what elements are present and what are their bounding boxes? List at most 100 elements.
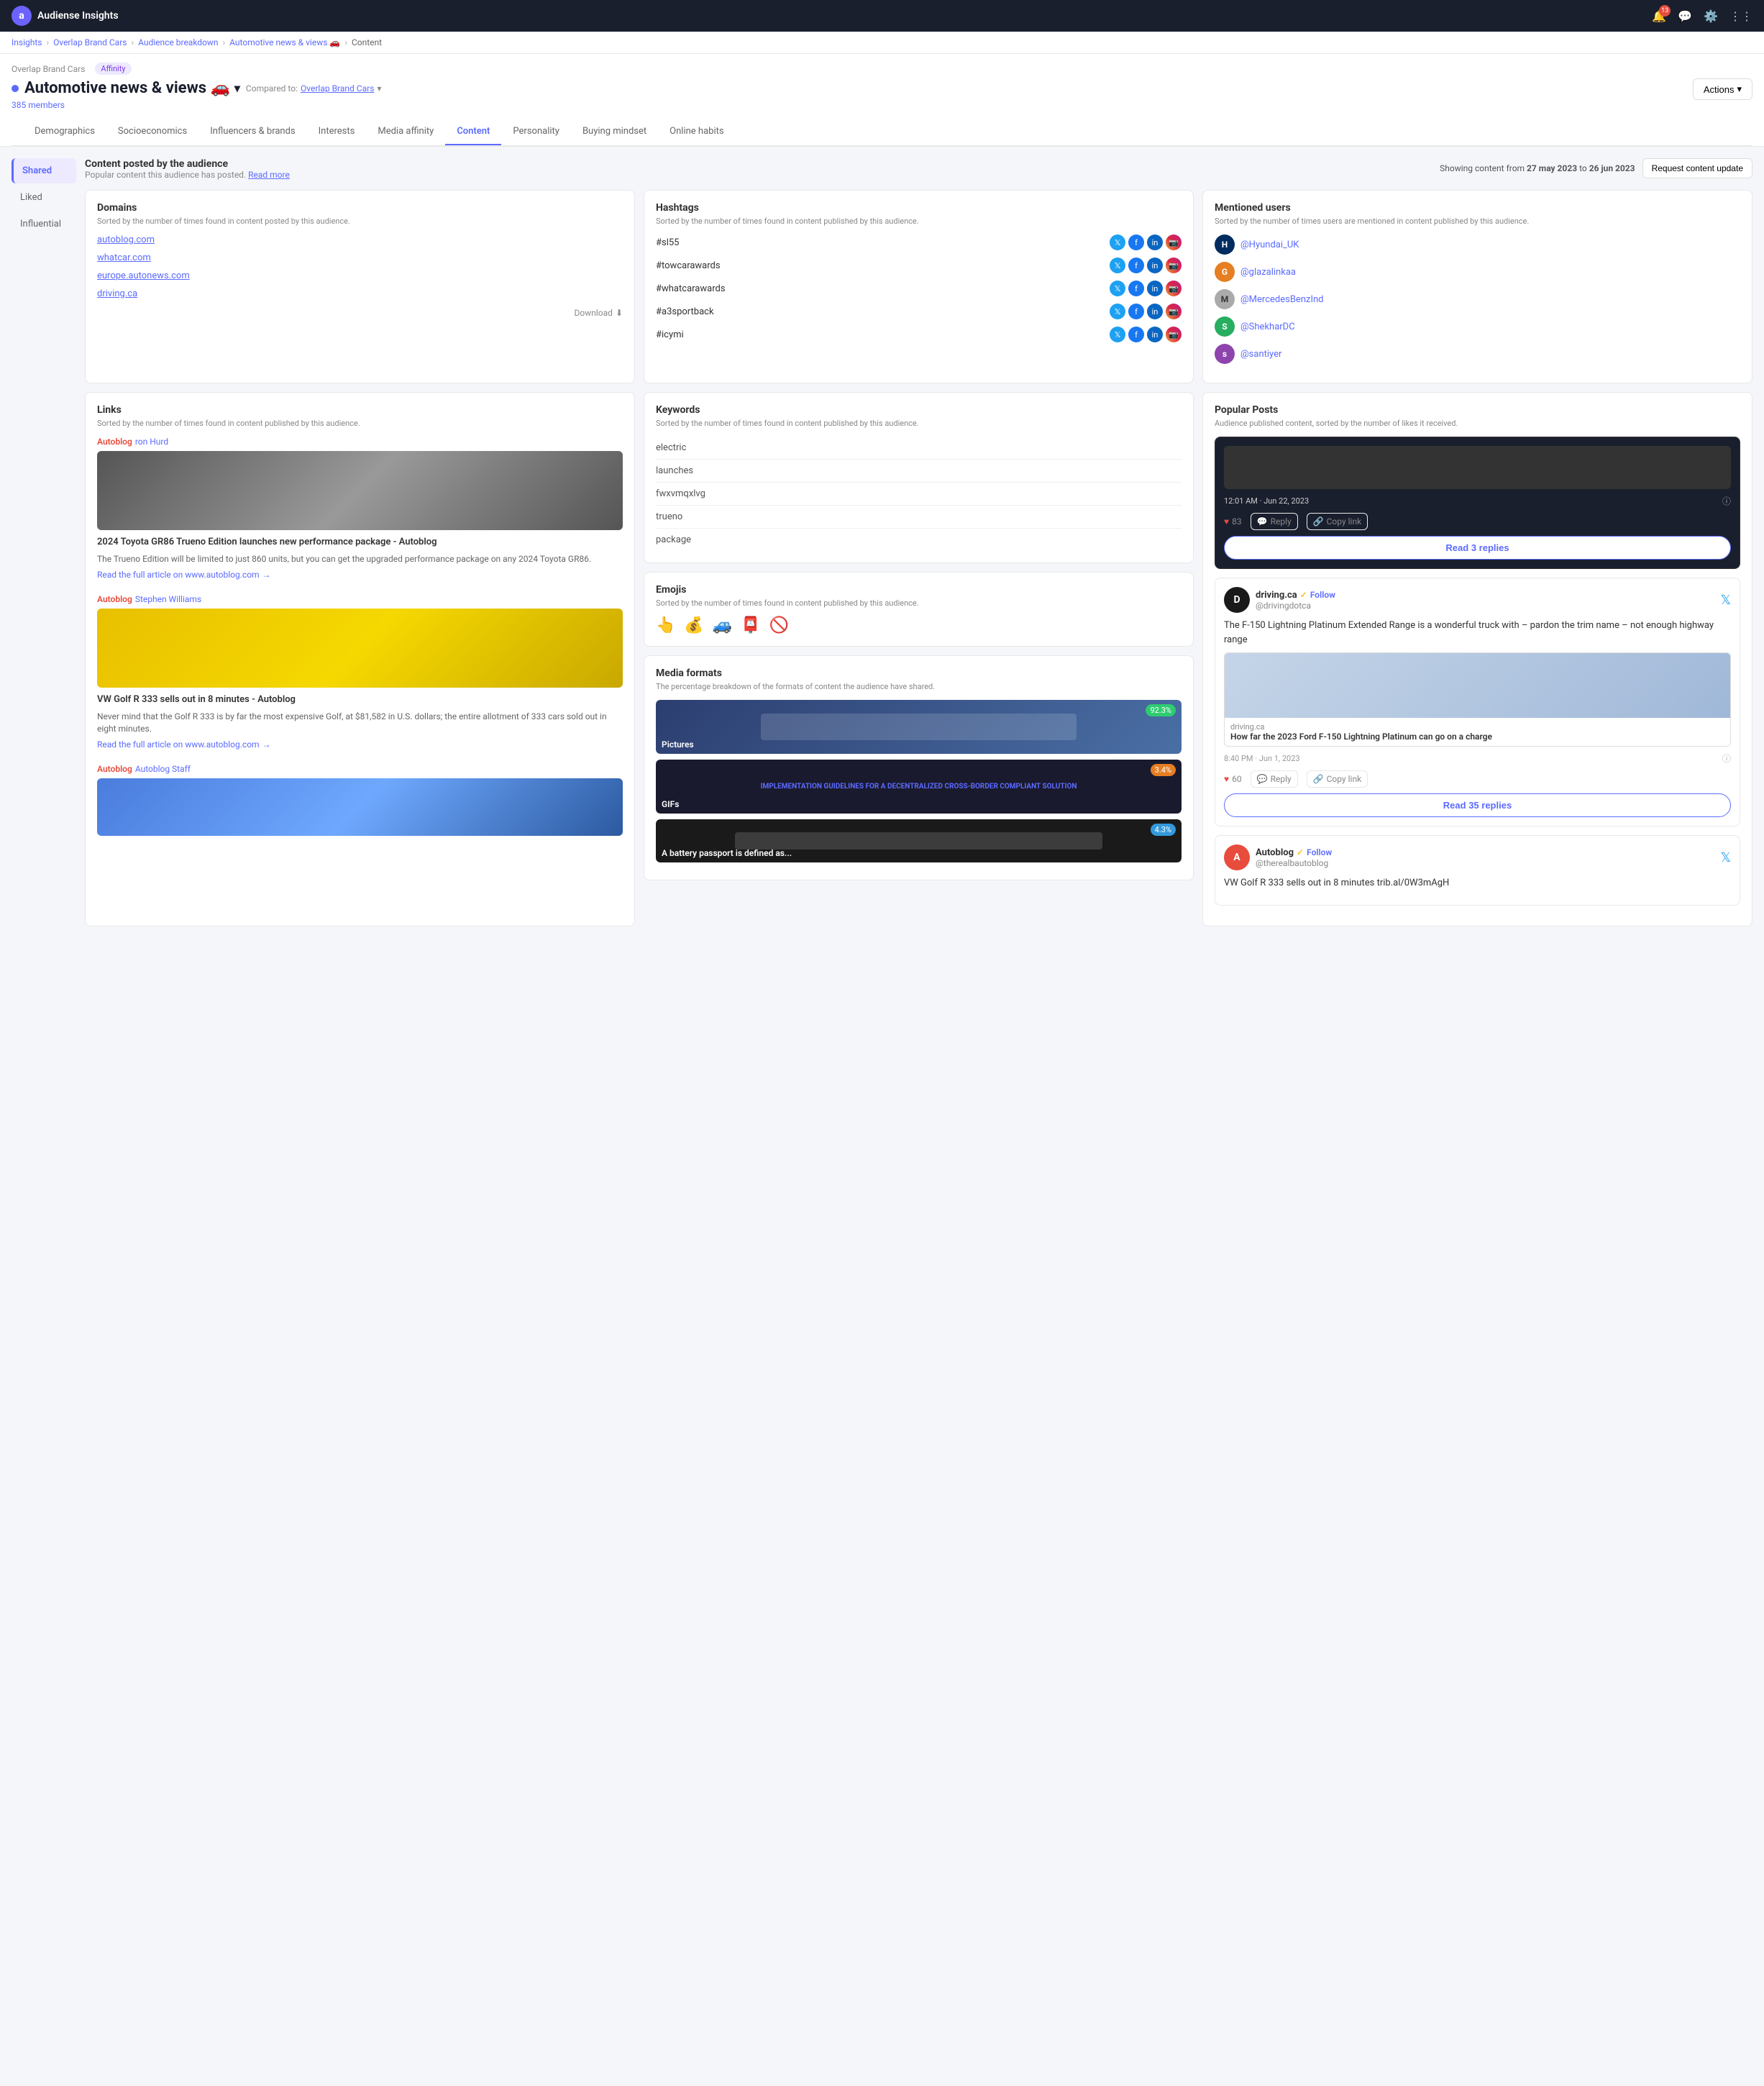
post-copy-link-btn-0[interactable]: 🔗 Copy link (1307, 513, 1368, 530)
gifs-label: GIFs (662, 799, 679, 809)
pictures-pct: 92.3% (1146, 704, 1176, 716)
link-desc-0: The Trueno Edition will be limited to ju… (97, 553, 623, 565)
twitter-icon: 𝕏 (1110, 258, 1125, 273)
sidebar-item-influential[interactable]: Influential (12, 211, 76, 237)
post-card-0: 12:01 AM · Jun 22, 2023 ⓘ ♥ 83 💬 Reply (1215, 437, 1740, 569)
post-link-preview-1: driving.ca How far the 2023 Ford F-150 L… (1224, 652, 1731, 747)
post-dark-image (1224, 446, 1731, 489)
user-avatar-shekhar: S (1215, 316, 1235, 337)
user-handle-shekhar[interactable]: @ShekharDC (1240, 322, 1295, 332)
hashtag-row-3: #a3sportback 𝕏 f in 📷 (656, 304, 1182, 319)
breadcrumb-current: Content (352, 37, 382, 47)
title-dropdown-icon[interactable]: ▾ (234, 81, 240, 95)
keyword-1: launches (656, 460, 1182, 483)
breadcrumb-automotive[interactable]: Automotive news & views 🚗 (229, 37, 340, 47)
actions-button[interactable]: Actions ▾ (1693, 78, 1752, 100)
emoji-2: 🚙 (713, 616, 732, 634)
read-replies-btn-1[interactable]: Read 35 replies (1224, 793, 1731, 817)
tab-influencers[interactable]: Influencers & brands (198, 119, 306, 145)
mentioned-users-desc: Sorted by the number of times users are … (1215, 217, 1740, 226)
notifications-icon[interactable]: 🔔 13 (1652, 9, 1666, 23)
breadcrumb-insights[interactable]: Insights (12, 37, 42, 47)
breadcrumb-overlap[interactable]: Overlap Brand Cars (53, 37, 127, 47)
content-posted-desc: Popular content this audience has posted… (85, 170, 290, 180)
tab-socioeconomics[interactable]: Socioeconomics (106, 119, 198, 145)
post-avatar-1: D (1224, 587, 1250, 613)
user-handle-hyundai[interactable]: @Hyundai_UK (1240, 240, 1299, 250)
facebook-icon: f (1128, 258, 1144, 273)
settings-icon[interactable]: ⚙️ (1704, 9, 1718, 23)
notification-badge: 13 (1659, 5, 1671, 17)
user-row-4: s @santiyer (1215, 344, 1740, 364)
read-replies-btn-0[interactable]: Read 3 replies (1224, 536, 1731, 560)
hashtag-row-2: #whatcarawards 𝕏 f in 📷 (656, 281, 1182, 296)
links-card: Links Sorted by the number of times foun… (85, 392, 635, 926)
compared-to-link[interactable]: Overlap Brand Cars (301, 83, 374, 94)
domains-title: Domains (97, 202, 623, 214)
keyword-3: trueno (656, 506, 1182, 529)
messages-icon[interactable]: 💬 (1678, 9, 1692, 23)
post-reply-btn-0[interactable]: 💬 Reply (1251, 513, 1298, 530)
media-formats-desc: The percentage breakdown of the formats … (656, 682, 1182, 691)
tab-content[interactable]: Content (445, 119, 501, 145)
twitter-icon: 𝕏 (1110, 304, 1125, 319)
follow-btn-1[interactable]: Follow (1310, 590, 1335, 600)
user-handle-glazalinkaa[interactable]: @glazalinkaa (1240, 267, 1296, 278)
post-reply-btn-1[interactable]: 💬 Reply (1251, 770, 1298, 788)
hashtag-row-0: #sl55 𝕏 f in 📷 (656, 234, 1182, 250)
link-url-0[interactable]: Read the full article on www.autoblog.co… (97, 570, 623, 580)
media-formats-card: Media formats The percentage breakdown o… (644, 655, 1194, 880)
post-header-1: D driving.ca ✓ Follow @drivingdotca (1224, 587, 1731, 613)
popular-posts-title: Popular Posts (1215, 404, 1740, 416)
arrow-icon: → (262, 570, 271, 580)
download-link[interactable]: Download ⬇ (97, 308, 623, 318)
content-posted-title: Content posted by the audience (85, 158, 290, 170)
user-handle-mercedes[interactable]: @MercedesBenzInd (1240, 294, 1324, 305)
gifs-pct: 3.4% (1151, 764, 1176, 776)
domain-autoblog[interactable]: autoblog.com (97, 234, 623, 245)
linkedin-icon: in (1147, 258, 1163, 273)
link-icon-0: 🔗 (1313, 516, 1324, 527)
pictures-bg (656, 700, 1182, 754)
read-more-link[interactable]: Read more (248, 170, 290, 180)
facebook-icon: f (1128, 234, 1144, 250)
tab-media-affinity[interactable]: Media affinity (366, 119, 445, 145)
linkedin-icon: in (1147, 327, 1163, 342)
post-copy-link-btn-1[interactable]: 🔗 Copy link (1307, 770, 1368, 788)
app-logo-area: a Audiense Insights (12, 6, 119, 26)
link-source-name-0: Autoblog (97, 437, 132, 447)
emoji-4: 🚫 (769, 616, 789, 634)
post-timestamp-0: 12:01 AM · Jun 22, 2023 ⓘ (1224, 495, 1731, 507)
post-timestamp-1: 8:40 PM · Jun 1, 2023 ⓘ (1224, 752, 1731, 765)
sidebar-item-liked[interactable]: Liked (12, 185, 76, 210)
link-item-0: Autoblog ron Hurd 2024 Toyota GR86 Truen… (97, 437, 623, 580)
domain-whatcar[interactable]: whatcar.com (97, 252, 623, 263)
user-avatar-glazalinkaa: G (1215, 262, 1235, 282)
tab-interests[interactable]: Interests (307, 119, 367, 145)
domain-autonews[interactable]: europe.autonews.com (97, 270, 623, 281)
apps-icon[interactable]: ⋮⋮ (1729, 9, 1752, 23)
sidebar-item-shared[interactable]: Shared (12, 158, 76, 183)
request-update-button[interactable]: Request content update (1642, 158, 1752, 178)
tab-buying-mindset[interactable]: Buying mindset (571, 119, 658, 145)
user-handle-santiyer[interactable]: @santiyer (1240, 349, 1281, 360)
tab-online-habits[interactable]: Online habits (658, 119, 735, 145)
domain-driving[interactable]: driving.ca (97, 288, 623, 299)
post-card-2: A Autoblog ✓ Follow @therealbautoblog (1215, 835, 1740, 906)
keyword-4: package (656, 529, 1182, 551)
link-source-name-1: Autoblog (97, 594, 132, 604)
post-author-1: D driving.ca ✓ Follow @drivingdotca (1224, 587, 1335, 613)
post-avatar-2: A (1224, 844, 1250, 870)
app-logo: a (12, 6, 32, 26)
title-row: Automotive news & views 🚗 ▾ Compared to:… (12, 79, 381, 97)
follow-btn-2[interactable]: Follow (1307, 847, 1332, 857)
link-url-1[interactable]: Read the full article on www.autoblog.co… (97, 739, 623, 750)
user-avatar-santiyer: s (1215, 344, 1235, 364)
tab-demographics[interactable]: Demographics (23, 119, 106, 145)
breadcrumb-audience-breakdown[interactable]: Audience breakdown (138, 37, 218, 47)
post-text-2: VW Golf R 333 sells out in 8 minutes tri… (1224, 876, 1731, 891)
tab-personality[interactable]: Personality (501, 119, 571, 145)
user-row-1: G @glazalinkaa (1215, 262, 1740, 282)
popular-posts-card: Popular Posts Audience published content… (1202, 392, 1752, 926)
hashtags-desc: Sorted by the number of times found in c… (656, 217, 1182, 226)
